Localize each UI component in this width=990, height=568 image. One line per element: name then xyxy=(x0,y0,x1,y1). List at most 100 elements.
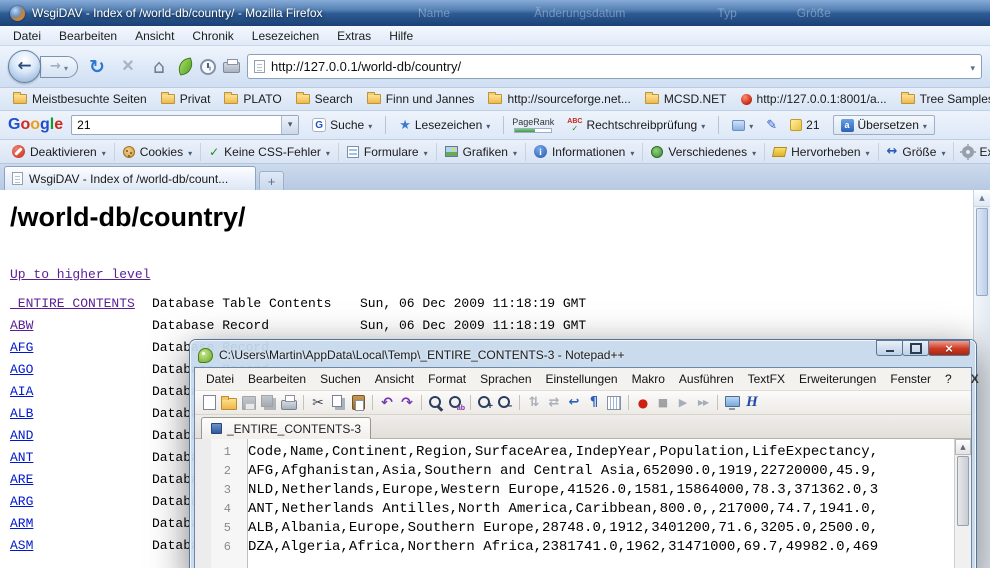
bookmark-item[interactable]: MCSD.NET xyxy=(638,90,734,108)
npp-menu-item[interactable]: Ansicht xyxy=(368,370,421,388)
webdev-item[interactable]: Cookies xyxy=(115,143,201,161)
menu-item[interactable]: Lesezeichen xyxy=(243,27,328,45)
forward-button[interactable] xyxy=(40,56,78,78)
print-icon[interactable] xyxy=(223,62,240,73)
webdev-item[interactable]: Größe xyxy=(879,142,955,161)
stop-record-icon[interactable]: ■ xyxy=(654,394,672,412)
spellcheck-button[interactable]: Rechtschreibprüfung xyxy=(562,116,710,135)
paste-icon[interactable] xyxy=(349,394,367,412)
playback-macro-icon[interactable]: ▶ xyxy=(674,394,692,412)
npp-titlebar[interactable]: C:\Users\Martin\AppData\Local\Temp\_ENTI… xyxy=(194,343,972,367)
webdev-item[interactable]: Grafiken xyxy=(437,143,526,161)
webdev-item[interactable]: Formulare xyxy=(339,143,437,161)
toolbar-separator[interactable] xyxy=(625,394,632,412)
google-search-input[interactable] xyxy=(72,118,281,132)
show-all-chars-icon[interactable]: ¶ xyxy=(585,394,603,412)
editor-line[interactable]: 1Code,Name,Continent,Region,SurfaceArea,… xyxy=(195,443,971,462)
editor-line[interactable]: 2AFG,Afghanistan,Asia,Southern and Centr… xyxy=(195,462,971,481)
editor-line[interactable]: 6DZA,Algeria,Africa,Northern Africa,2381… xyxy=(195,538,971,557)
google-logo[interactable]: Google xyxy=(8,116,63,134)
run-macro-multiple-icon[interactable]: ▶▶ xyxy=(694,394,712,412)
tab-wsgidav[interactable]: WsgiDAV - Index of /world-db/count... xyxy=(4,166,256,190)
toolbar-separator[interactable] xyxy=(467,394,474,412)
bookmark-item[interactable]: http://127.0.0.1:8001/a... xyxy=(734,90,894,108)
npp-menu-item[interactable]: Suchen xyxy=(313,370,368,388)
directory-entry-link[interactable]: AIA xyxy=(10,381,152,403)
npp-scroll-up-arrow[interactable] xyxy=(955,439,971,455)
highlight-term-button[interactable]: 21 xyxy=(785,116,824,134)
history-dropdown-icon[interactable] xyxy=(64,58,68,76)
npp-menu-item[interactable]: Fenster xyxy=(883,370,938,388)
zoom-in-icon[interactable] xyxy=(476,394,494,412)
up-to-higher-level-link[interactable]: Up to higher level xyxy=(10,267,150,282)
sidewiki-button[interactable] xyxy=(727,116,758,134)
directory-entry-link[interactable]: _ENTIRE_CONTENTS xyxy=(10,293,152,315)
view-in-browser-icon[interactable] xyxy=(723,394,741,412)
directory-entry-link[interactable]: AGO xyxy=(10,359,152,381)
webdev-item[interactable]: Hervorheben xyxy=(765,143,878,161)
editor-line[interactable]: 5ALB,Albania,Europe,Southern Europe,2874… xyxy=(195,519,971,538)
url-bar[interactable] xyxy=(247,54,982,79)
translate-button[interactable]: Übersetzen xyxy=(833,115,935,135)
open-file-icon[interactable] xyxy=(220,394,238,412)
replace-icon[interactable] xyxy=(447,394,465,412)
find-icon[interactable] xyxy=(427,394,445,412)
bookmark-item[interactable]: Finn und Jannes xyxy=(360,90,482,108)
autofill-pencil-icon[interactable] xyxy=(766,118,777,133)
directory-entry-link[interactable]: ARE xyxy=(10,469,152,491)
textfx-icon[interactable]: H xyxy=(743,394,761,412)
scroll-up-arrow[interactable] xyxy=(974,190,990,207)
npp-menu-item[interactable]: Einstellungen xyxy=(539,370,625,388)
google-search-box[interactable] xyxy=(71,115,299,135)
redo-icon[interactable]: ↷ xyxy=(398,394,416,412)
new-tab-button[interactable]: + xyxy=(259,171,284,190)
npp-menu-item[interactable]: TextFX xyxy=(741,370,792,388)
google-bookmarks-button[interactable]: Lesezeichen xyxy=(394,116,495,135)
back-button[interactable] xyxy=(8,50,41,83)
directory-entry-link[interactable]: AND xyxy=(10,425,152,447)
indent-guide-icon[interactable] xyxy=(605,394,623,412)
npp-scrollbar-thumb[interactable] xyxy=(957,456,969,526)
history-clock-icon[interactable] xyxy=(200,59,216,75)
webdev-item[interactable]: Deaktivieren xyxy=(4,143,115,161)
record-macro-icon[interactable]: ● xyxy=(634,394,652,412)
stop-button[interactable] xyxy=(116,54,140,80)
new-file-icon[interactable] xyxy=(200,394,218,412)
print-icon[interactable] xyxy=(280,394,298,412)
search-history-dropdown-icon[interactable] xyxy=(281,116,298,134)
cut-icon[interactable]: ✂ xyxy=(309,394,327,412)
google-search-button[interactable]: Suche xyxy=(307,116,377,134)
npp-editor[interactable]: 1Code,Name,Continent,Region,SurfaceArea,… xyxy=(195,439,971,568)
directory-entry-link[interactable]: ARM xyxy=(10,513,152,535)
zoom-out-icon[interactable] xyxy=(496,394,514,412)
menu-item[interactable]: Chronik xyxy=(183,27,242,45)
addon-leaf-icon[interactable] xyxy=(176,57,194,75)
toolbar-separator[interactable] xyxy=(369,394,376,412)
bookmark-item[interactable]: Privat xyxy=(154,90,218,108)
directory-entry-link[interactable]: ASM xyxy=(10,535,152,557)
bookmark-item[interactable]: Tree Samples xyxy=(894,90,990,108)
menu-item[interactable]: Extras xyxy=(328,27,380,45)
directory-entry-link[interactable]: ALB xyxy=(10,403,152,425)
directory-entry-link[interactable]: ABW xyxy=(10,315,152,337)
npp-scrollbar[interactable] xyxy=(954,439,971,568)
npp-document-tab[interactable]: _ENTIRE_CONTENTS-3 xyxy=(201,417,371,439)
menu-item[interactable]: Datei xyxy=(4,27,50,45)
maximize-button[interactable] xyxy=(902,340,929,356)
editor-line[interactable]: 4ANT,Netherlands Antilles,North America,… xyxy=(195,500,971,519)
npp-menu-item[interactable]: Makro xyxy=(625,370,672,388)
save-icon[interactable] xyxy=(240,394,258,412)
webdev-item[interactable]: Extras xyxy=(954,143,990,161)
undo-icon[interactable]: ↶ xyxy=(378,394,396,412)
minimize-button[interactable] xyxy=(876,340,903,356)
close-button[interactable] xyxy=(928,340,970,356)
reload-button[interactable] xyxy=(85,54,109,80)
urlbar-dropdown-icon[interactable] xyxy=(970,58,975,76)
copy-icon[interactable] xyxy=(329,394,347,412)
save-all-icon[interactable] xyxy=(260,394,278,412)
npp-menu-item[interactable]: Sprachen xyxy=(473,370,538,388)
directory-entry-link[interactable]: ARG xyxy=(10,491,152,513)
editor-line[interactable]: 3NLD,Netherlands,Europe,Western Europe,4… xyxy=(195,481,971,500)
webdev-item[interactable]: Keine CSS-Fehler xyxy=(201,143,339,161)
directory-entry-link[interactable]: AFG xyxy=(10,337,152,359)
